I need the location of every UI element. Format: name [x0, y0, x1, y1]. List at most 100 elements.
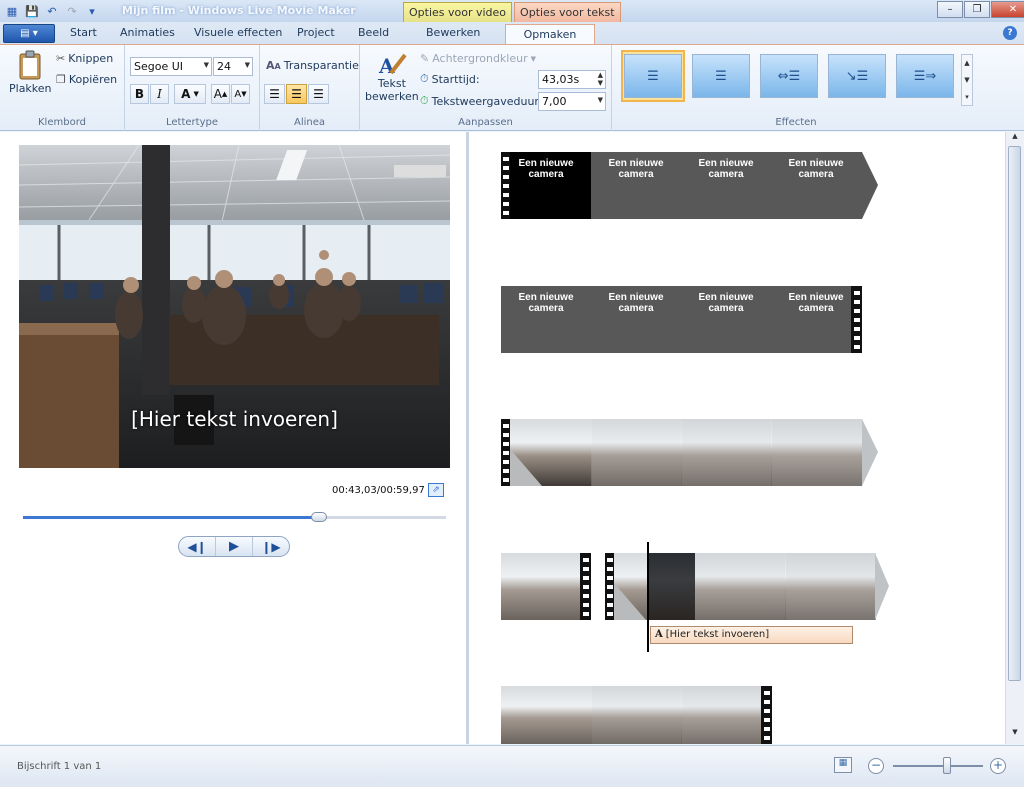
- starttijd-input[interactable]: 43,03s ▲ ▼: [538, 70, 606, 89]
- plakken-label: Plakken: [9, 82, 52, 95]
- seek-track[interactable]: [23, 512, 446, 522]
- grow-font-button[interactable]: A ▲: [211, 84, 230, 104]
- title-text-line2: camera: [528, 303, 564, 314]
- title-frame: Een nieuwe camera: [501, 152, 591, 219]
- scroll-down-icon[interactable]: ▼: [1006, 728, 1024, 742]
- kopieren-button[interactable]: ❐ Kopiëren: [56, 73, 117, 86]
- playhead[interactable]: [647, 542, 649, 652]
- tekst-bewerken-label-1: Tekst: [377, 77, 406, 90]
- window-controls: – ❐ ✕: [937, 1, 1024, 18]
- transition-arrow-icon: [862, 152, 878, 219]
- align-left-button[interactable]: ☰: [264, 84, 285, 104]
- close-button[interactable]: ✕: [991, 1, 1024, 18]
- preview-overlay-text: [Hier tekst invoeren]: [131, 407, 338, 431]
- save-icon[interactable]: 💾: [24, 3, 40, 19]
- shrink-font-button[interactable]: A ▼: [231, 84, 250, 104]
- app-film-icon: ▦: [6, 4, 18, 18]
- undo-icon[interactable]: ↶: [44, 3, 60, 19]
- fill-color-icon: ✎: [420, 52, 430, 65]
- play-button[interactable]: ▶: [216, 537, 253, 556]
- font-color-button[interactable]: A ▼: [174, 84, 206, 104]
- italic-button[interactable]: I: [150, 84, 169, 104]
- tekst-bewerken-button[interactable]: A Tekst bewerken: [365, 51, 419, 103]
- title-text-line1: Een nieuwe: [518, 292, 574, 303]
- tab-beeld[interactable]: Beeld: [358, 26, 389, 39]
- video-clip-2b[interactable]: [605, 553, 876, 620]
- tab-visuele-effecten[interactable]: Visuele effecten: [194, 26, 282, 39]
- title-text-line1: Een nieuwe: [788, 292, 844, 303]
- shrink-font-label: A: [234, 88, 242, 100]
- align-right-button[interactable]: ☰: [308, 84, 329, 104]
- transition-arrow-icon: [875, 553, 889, 620]
- transparantie-button[interactable]: AA Transparantie: [266, 59, 359, 72]
- fullscreen-icon[interactable]: ⇗: [428, 483, 444, 497]
- transparantie-label: Transparantie: [283, 59, 359, 72]
- preview-time: 00:43,03/00:59,97: [332, 485, 425, 496]
- video-clip-2a[interactable]: [501, 553, 591, 620]
- minimize-button[interactable]: –: [937, 1, 963, 18]
- zoom-out-icon[interactable]: −: [868, 758, 884, 774]
- help-icon[interactable]: ?: [1003, 26, 1017, 40]
- chevron-down-icon: ▼: [244, 61, 250, 69]
- achtergrondkleur-button[interactable]: ✎ Achtergrondkleur ▼: [420, 52, 536, 65]
- grow-font-label: A: [213, 87, 222, 101]
- bold-button[interactable]: B: [130, 84, 149, 104]
- scroll-up-icon[interactable]: ▲: [1006, 132, 1024, 146]
- knippen-button[interactable]: ✂ Knippen: [56, 52, 113, 65]
- duur-select[interactable]: 7,00 ▼: [538, 92, 606, 111]
- video-clip-3[interactable]: [501, 686, 772, 744]
- group-label-lettertype: Lettertype: [166, 117, 218, 128]
- tab-project[interactable]: Project: [297, 26, 335, 39]
- status-text: Bijschrift 1 van 1: [17, 761, 102, 772]
- effect-zoom-thumb[interactable]: ⇔☰: [760, 54, 818, 98]
- effect-fade-thumb[interactable]: ☰: [692, 54, 750, 98]
- video-thumbnail: [681, 686, 772, 744]
- context-header-video: Opties voor video: [403, 2, 513, 22]
- font-family-select[interactable]: Segoe UI ▼: [130, 57, 212, 76]
- restore-button[interactable]: ❐: [964, 1, 990, 18]
- quick-access-toolbar: ▦ 💾 ↶ ↷ ▾: [4, 3, 100, 19]
- tab-bewerken[interactable]: Bewerken: [426, 26, 480, 39]
- zoom-thumb[interactable]: [943, 757, 951, 774]
- title-clip-1[interactable]: Een nieuwe camera Een nieuwe camera Een ni…: [501, 152, 862, 219]
- video-thumbnail: [591, 419, 682, 486]
- storyboard-scrollbar[interactable]: ▲ ▼: [1005, 132, 1024, 744]
- seek-progress: [23, 516, 320, 519]
- effect-scroll-thumb[interactable]: ☰⇒: [896, 54, 954, 98]
- video-clip-1[interactable]: [501, 419, 862, 486]
- clip-end-marker: [851, 286, 862, 353]
- effect-none-thumb[interactable]: ☰: [624, 54, 682, 98]
- title-frame: Een nieuwe camera: [591, 152, 681, 219]
- caption-track-item[interactable]: A [Hier tekst invoeren]: [650, 626, 853, 644]
- clip-end-marker: [580, 553, 591, 620]
- font-size-select[interactable]: 24 ▼: [213, 57, 253, 76]
- status-bar: Bijschrift 1 van 1 ▦ − +: [0, 745, 1024, 787]
- tab-start[interactable]: Start: [70, 26, 97, 39]
- tab-opmaken[interactable]: Opmaken: [505, 24, 595, 45]
- thumbnail-size-icon[interactable]: ▦: [834, 757, 852, 773]
- seek-thumb[interactable]: [311, 512, 328, 522]
- customize-qat-icon[interactable]: ▾: [84, 3, 100, 19]
- align-center-button[interactable]: ☰: [286, 84, 307, 104]
- previous-frame-button[interactable]: ◀❙: [179, 537, 216, 556]
- tab-animaties[interactable]: Animaties: [120, 26, 175, 39]
- starttijd-label-row: ⏱ Starttijd:: [420, 72, 480, 86]
- movie-maker-window: ▦ 💾 ↶ ↷ ▾ Mijn film - Windows Live Movie…: [0, 0, 1024, 787]
- video-preview[interactable]: [Hier tekst invoeren]: [19, 145, 450, 468]
- spinner-icon[interactable]: ▲ ▼: [598, 71, 603, 87]
- title-text-line2: camera: [618, 303, 654, 314]
- duration-icon: ⏱: [420, 94, 429, 107]
- zoom-in-icon[interactable]: +: [990, 758, 1006, 774]
- redo-icon[interactable]: ↷: [64, 3, 80, 19]
- zoom-track[interactable]: [893, 765, 983, 767]
- next-frame-button[interactable]: ❙▶: [253, 537, 289, 556]
- transparency-icon: AA: [266, 59, 281, 72]
- effect-fly-in-thumb[interactable]: ↘☰: [828, 54, 886, 98]
- title-text-line1: Een nieuwe: [788, 158, 844, 169]
- plakken-button[interactable]: Plakken: [9, 49, 52, 95]
- title-text-line2: camera: [798, 303, 834, 314]
- scroll-thumb[interactable]: [1008, 146, 1021, 681]
- app-menu-button[interactable]: ▤ ▾: [3, 24, 55, 43]
- effects-gallery-scroll[interactable]: ▲ ▼ ▾: [961, 54, 973, 106]
- title-clip-2[interactable]: Een nieuwe camera Een nieuwe camera Een ni…: [501, 286, 862, 353]
